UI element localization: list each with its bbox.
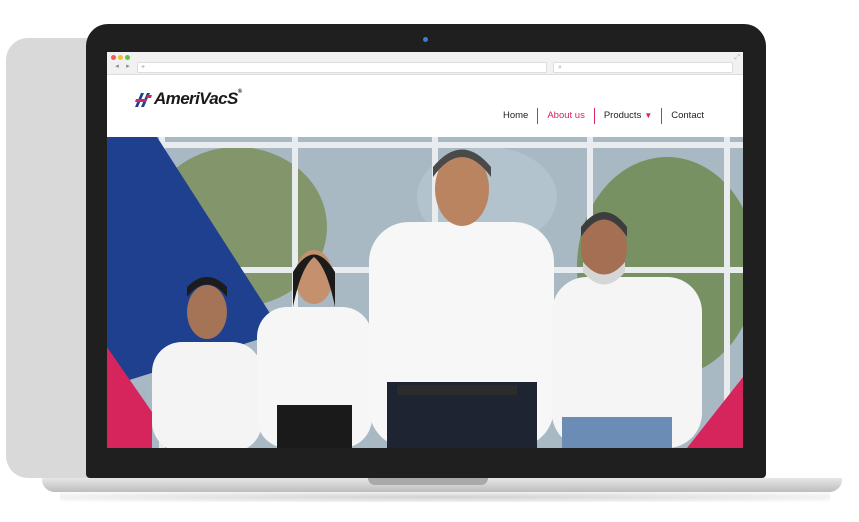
browser-search-field[interactable]: ⌕ (553, 62, 733, 73)
laptop-notch (368, 478, 488, 485)
hero-team-photo (107, 137, 743, 448)
site-header: AmeriVacS® Home About us Products ▼ Conta… (107, 75, 743, 137)
nav-about-us[interactable]: About us (537, 108, 594, 124)
registered-mark: ® (237, 89, 242, 95)
maximize-window-button[interactable] (125, 55, 130, 60)
nav-products[interactable]: Products ▼ (593, 108, 661, 124)
main-navigation: Home About us Products ▼ Contact (494, 108, 713, 124)
brand-text: AmeriVacS (154, 89, 238, 108)
nav-products-label: Products (603, 110, 642, 121)
nav-home[interactable]: Home (494, 108, 537, 124)
fullscreen-icon[interactable]: ⤢ (734, 54, 740, 62)
nav-about-label: About us (547, 110, 585, 121)
brand-name[interactable]: AmeriVacS® (154, 89, 242, 109)
close-window-button[interactable] (111, 55, 116, 60)
nav-contact[interactable]: Contact (661, 108, 713, 124)
laptop-screen: ◂ ▸ + ⌕ ⤢ AmeriVacS® Home About us Produ… (107, 52, 743, 448)
camera-icon (423, 37, 428, 42)
nav-home-label: Home (502, 110, 529, 121)
minimize-window-button[interactable] (118, 55, 123, 60)
laptop-base-shadow (60, 492, 830, 502)
search-icon: ⌕ (558, 64, 562, 71)
browser-chrome: ◂ ▸ + ⌕ ⤢ (107, 52, 743, 75)
url-text: + (141, 64, 146, 71)
forward-arrow-icon[interactable]: ▸ (123, 63, 133, 71)
chevron-down-icon: ▼ (644, 111, 653, 120)
back-arrow-icon[interactable]: ◂ (112, 63, 122, 71)
nav-contact-label: Contact (671, 110, 704, 121)
address-bar[interactable]: + (137, 62, 547, 73)
team-photo-illustration (107, 137, 743, 448)
